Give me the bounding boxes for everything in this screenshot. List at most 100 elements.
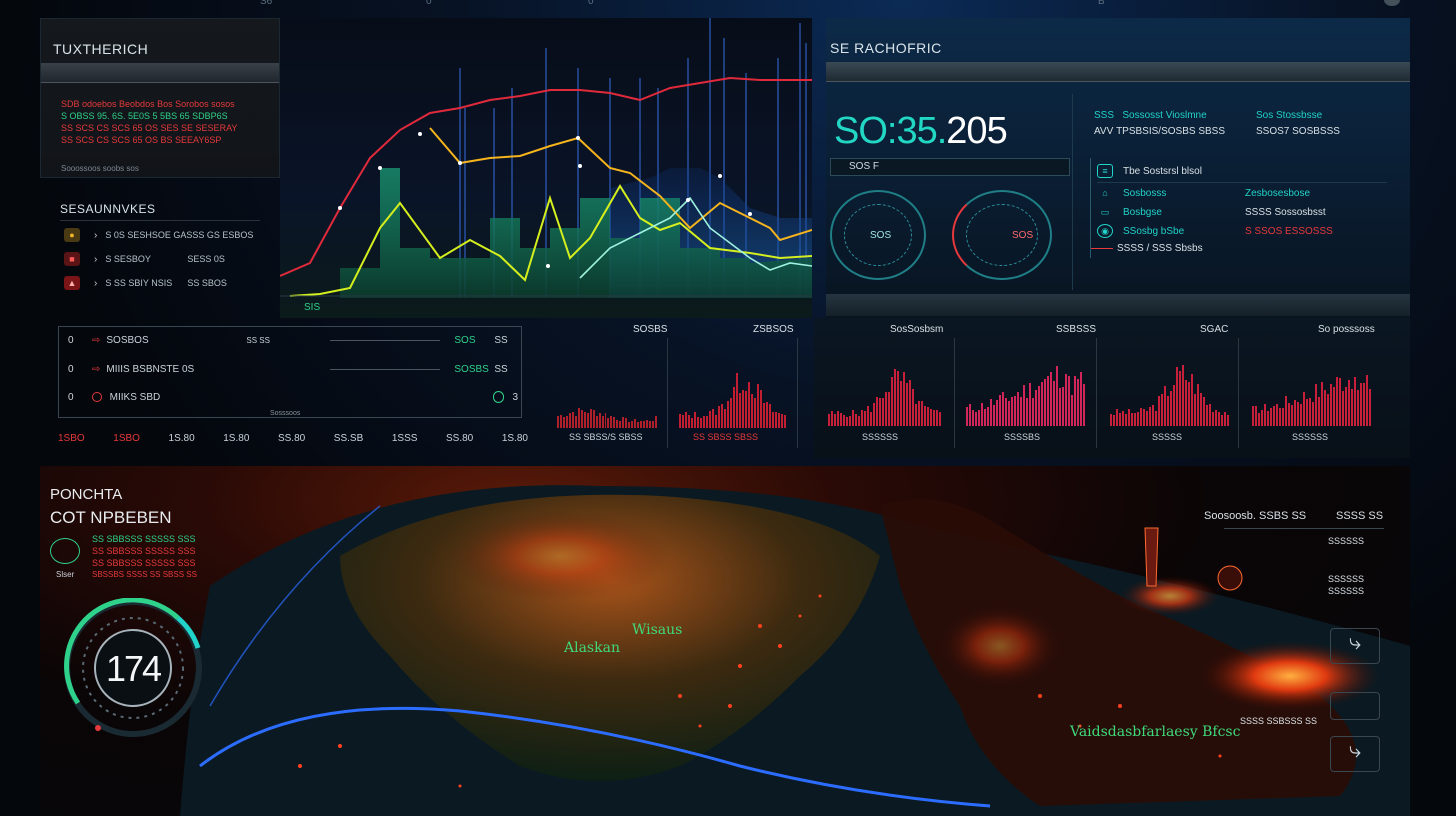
info-table-row[interactable]: ⌂ Sosbosss Zesbosesbose — [1097, 186, 1387, 200]
mini-charts-left: SOSBS ZSBSOS SS SBSS/S SBSS SS SBSS SBSS — [545, 318, 810, 458]
alert-icon: ● — [64, 228, 80, 242]
tick-label: 1S.80 — [168, 433, 195, 444]
mini-bar — [918, 401, 920, 426]
row-label: MIIKS SBD — [109, 391, 161, 403]
status-dot-icon[interactable] — [492, 391, 505, 403]
mini-bar — [1155, 410, 1157, 426]
info-table-label: Bosbgse — [1123, 206, 1162, 218]
map-tool-button[interactable]: ⤷ — [1330, 628, 1380, 664]
divider — [954, 338, 955, 448]
mini-bar — [715, 415, 717, 428]
mini-bar — [1053, 381, 1055, 426]
stats-label: S SS SBIY NSIS — [105, 278, 173, 288]
mini-bar — [619, 421, 622, 428]
mini-bar — [1119, 413, 1121, 426]
mini-bar — [1020, 397, 1022, 426]
row-value: SS — [494, 364, 508, 375]
map-tool-button[interactable] — [1330, 692, 1380, 720]
chevron-right-icon: › — [94, 253, 98, 265]
mini-bar — [1173, 385, 1175, 426]
arrow-icon: ⇨ — [92, 335, 101, 346]
mini-bar — [718, 406, 720, 428]
info-table-row[interactable]: ◉ SSosbg bSbe S SSOS ESSOSSS — [1097, 224, 1387, 238]
mini-bar — [601, 415, 604, 428]
mini-bar — [1312, 401, 1314, 426]
mini-bar-chart — [679, 368, 787, 428]
map-row[interactable]: SSSSSS — [1328, 536, 1364, 546]
mini-bar — [852, 409, 854, 426]
mini-bar — [939, 411, 941, 426]
mini-bar — [1252, 406, 1254, 426]
window-dot-icon[interactable] — [1384, 0, 1400, 6]
mini-chart-title: SosSosbsm — [890, 324, 944, 335]
info-table-row[interactable]: ▭ Bosbgse SSSS Sossosbsst — [1097, 205, 1387, 219]
mini-bar — [691, 418, 693, 428]
mini-bar — [1333, 387, 1335, 426]
stats-row[interactable]: ● › S 0S SESHSOE GASSS GS ESBOS — [64, 228, 253, 242]
top-tick: 0 — [426, 0, 432, 7]
row-value: SS — [494, 335, 508, 346]
mini-bar — [915, 404, 917, 426]
mini-bar — [1083, 383, 1085, 426]
mini-bar — [1017, 392, 1019, 426]
mini-bar — [1227, 414, 1229, 426]
mini-bar — [1315, 383, 1317, 426]
mini-bar — [1200, 393, 1202, 426]
mini-bar — [864, 410, 866, 426]
mini-bar — [1035, 390, 1037, 426]
row-value: SOSBS — [454, 364, 489, 375]
info-table: ≡ Tbe Sostsrsl blsol ⌂ Sosbosss Zesboses… — [1090, 158, 1387, 258]
mini-bar — [1224, 411, 1226, 426]
summary-line: SS SCS CS SCS 65 OS BS SEEAY6SP — [61, 135, 222, 145]
info-table-row[interactable]: ≡ Tbe Sostsrsl blsol — [1097, 164, 1387, 183]
stats-row[interactable]: ■ › S SESBOY SESS 0S — [64, 252, 225, 266]
map-row[interactable]: SSSSSS — [1328, 586, 1364, 596]
mini-bar — [784, 414, 786, 428]
list-row[interactable]: 0 MIIKS SBD 3 — [68, 391, 518, 403]
heat-spot — [450, 511, 670, 601]
mini-bar — [766, 401, 768, 428]
gauge-left[interactable]: SOS — [830, 190, 926, 280]
info-table-row[interactable]: SSSS / SSS Sbsbs — [1091, 243, 1381, 254]
map-subtitle: COT NPBEBEN — [50, 508, 172, 527]
mini-chart-title: SSBSSS — [1056, 324, 1097, 335]
mini-bar — [598, 412, 601, 428]
mini-bar — [754, 397, 756, 428]
stats-title: SESAUNNVKES — [60, 202, 156, 216]
map-tool-button[interactable]: ⤷ — [1330, 736, 1380, 772]
mini-bar — [834, 413, 836, 426]
stats-row[interactable]: ▲ › S SS SBIY NSIS SS SBOS — [64, 276, 227, 290]
mini-bar — [1113, 414, 1115, 426]
mini-bar — [574, 415, 577, 428]
mini-bar — [736, 372, 738, 428]
summary-title: TUXTHERICH — [53, 41, 149, 57]
mini-bar — [1050, 372, 1052, 426]
mini-bar — [1161, 393, 1163, 426]
map-legend-icon[interactable] — [50, 538, 80, 564]
mini-bar — [912, 389, 914, 426]
row-value: 3 — [512, 391, 518, 403]
list-row[interactable]: 0 ⇨ MIIIS BSBNSTE 0S SOSBS SS — [68, 364, 518, 375]
speed-gauge[interactable]: 174 — [58, 597, 208, 738]
radio-icon[interactable] — [91, 392, 102, 402]
sub-label-box: SOS F — [830, 158, 1070, 176]
list-row[interactable]: 0 ⇨ SOSBOS SS SS SOS SS — [68, 335, 518, 346]
mini-bar — [1011, 397, 1013, 426]
mini-bar — [649, 420, 651, 428]
map-row[interactable]: SSSSSS — [1328, 574, 1364, 584]
mini-bar — [900, 381, 902, 426]
mini-bar — [583, 411, 586, 428]
mini-bar — [760, 390, 762, 428]
divider — [1224, 528, 1384, 529]
mini-bar — [1131, 412, 1133, 426]
row-label: MIIIS BSBNSTE 0S — [106, 364, 195, 375]
summary-line: SDB odoebos Beobdos Bos Sorobos sosos — [61, 99, 235, 109]
gauge-right[interactable]: SOS — [952, 190, 1052, 280]
info-table-label: SSSS / SSS Sbsbs — [1117, 243, 1203, 254]
mini-bar — [837, 411, 839, 426]
mini-bar — [1197, 383, 1199, 426]
mini-chart-footer: SS SBSS SBSS — [693, 432, 759, 442]
list-icon: ≡ — [1097, 164, 1113, 178]
mini-bar — [903, 372, 905, 426]
map-row[interactable]: SSSS SSBSSS SS — [1240, 716, 1317, 726]
